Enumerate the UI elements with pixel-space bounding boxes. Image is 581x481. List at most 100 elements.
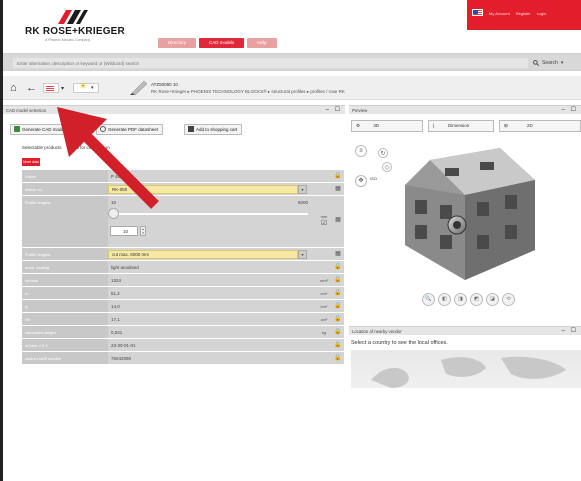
param-unit bbox=[316, 248, 332, 260]
table-icon[interactable]: ▦ bbox=[332, 183, 344, 195]
param-unit: mm² bbox=[316, 274, 332, 286]
lock-icon: 🔒 bbox=[332, 352, 344, 364]
minimize-maximize-icon[interactable]: – ☐ bbox=[562, 106, 578, 115]
back-arrow-icon[interactable]: ← bbox=[26, 82, 37, 94]
param-unit bbox=[316, 183, 332, 195]
panel-title: CAD model selection bbox=[6, 108, 47, 113]
logo-text[interactable]: RK ROSE+KRIEGER bbox=[25, 26, 125, 37]
search-icon bbox=[533, 60, 539, 66]
lock-icon: 🔒 bbox=[332, 313, 344, 325]
param-label: Ix bbox=[22, 287, 108, 299]
login-link[interactable]: Login bbox=[537, 11, 547, 16]
table-row: calculated weight 0,041 kg 🔒 bbox=[22, 326, 344, 339]
language-select[interactable] bbox=[43, 83, 59, 93]
register-link[interactable]: Register bbox=[516, 11, 531, 16]
pencil-icon[interactable] bbox=[130, 80, 148, 95]
view-reset-icon[interactable]: ⟲ bbox=[502, 293, 515, 306]
search-label: Search bbox=[542, 60, 558, 66]
lock-icon: 🔒 bbox=[332, 170, 344, 182]
chevron-down-icon[interactable]: ▾ bbox=[298, 250, 307, 259]
world-map[interactable] bbox=[351, 350, 581, 388]
view-dimension-label: Dimension bbox=[448, 123, 470, 128]
param-unit bbox=[316, 170, 332, 182]
table-row: anod. coating light anodised 🔒 bbox=[22, 261, 344, 274]
param-label: Profile lengths bbox=[22, 248, 108, 260]
tab-cad-models[interactable]: CAD models bbox=[199, 38, 245, 48]
search-input[interactable] bbox=[13, 58, 528, 68]
view-front-icon[interactable]: ◧ bbox=[438, 293, 451, 306]
location-text: Select a country to see the local office… bbox=[351, 340, 448, 346]
search-bar: Search ▾ bbox=[3, 53, 581, 71]
table-row: Wt 17,1 cm³ 🔒 bbox=[22, 313, 344, 326]
drawing-icon: ⊞ bbox=[504, 123, 508, 128]
stepper-icon[interactable]: ▴ ▾ bbox=[140, 226, 146, 236]
checkbox-icon[interactable]: ☑ bbox=[321, 220, 327, 227]
view-2d-label: 2D bbox=[527, 123, 533, 128]
profile-3d-model[interactable] bbox=[385, 140, 545, 290]
part-title: ATZ50090 10 bbox=[151, 82, 178, 87]
lock-icon: 🔒 bbox=[332, 287, 344, 299]
param-label: custom tariff number bbox=[22, 352, 108, 364]
location-panel-header: Location of nearby vendor – ☐ bbox=[349, 326, 581, 335]
view-3d-label: 3D bbox=[373, 123, 380, 128]
breadcrumb[interactable]: RK Rose+Krieger ▸ PHOENIX TECHNOLOGY BLO… bbox=[151, 89, 345, 95]
param-unit bbox=[316, 261, 332, 273]
table-row: eClass V 5.0 23-30-01-01 🔒 bbox=[22, 339, 344, 352]
param-value: 76042990 bbox=[108, 352, 316, 364]
minimize-maximize-icon[interactable]: – ☐ bbox=[326, 106, 342, 115]
param-label: surface bbox=[22, 274, 108, 286]
home-icon[interactable]: ⌂ bbox=[10, 82, 17, 94]
minimize-maximize-icon[interactable]: – ☐ bbox=[562, 327, 578, 336]
lock-icon: 🔒 bbox=[332, 326, 344, 338]
zoom-icon[interactable]: 🔍 bbox=[422, 293, 435, 306]
lock-icon: 🔒 bbox=[332, 339, 344, 351]
table-icon[interactable]: ▦ bbox=[332, 196, 344, 247]
param-unit: kg bbox=[316, 326, 332, 338]
profile-length-select[interactable]: cut max. 6000 mm bbox=[108, 250, 298, 259]
param-value: 14,0 bbox=[108, 300, 316, 312]
pan-icon[interactable]: ✥ bbox=[355, 175, 367, 187]
param-label: anod. coating bbox=[22, 261, 108, 273]
toolbar: ⌂ ← ▾ ☀ ▾ ATZ50090 10 RK Rose+Krieger ▸ … bbox=[3, 76, 581, 100]
param-value: 51,2 bbox=[108, 287, 316, 299]
chevron-down-icon: ▾ bbox=[560, 60, 564, 66]
tab-directory[interactable]: Directory bbox=[158, 38, 197, 48]
my-account-link[interactable]: My Account bbox=[489, 11, 510, 16]
view-side-icon[interactable]: ◨ bbox=[454, 293, 467, 306]
param-label: calculated weight bbox=[22, 326, 108, 338]
view-iso-icon[interactable]: ◪ bbox=[486, 293, 499, 306]
add-to-cart-button[interactable]: Add to shopping cart bbox=[184, 124, 243, 135]
view-dimension-button[interactable]: ⌊ Dimension bbox=[428, 120, 494, 132]
table-row: Profile lengths cut max. 6000 mm ▾ ▦ bbox=[22, 248, 344, 261]
lock-icon: 🔒 bbox=[332, 300, 344, 312]
red-arrow-annotation-icon bbox=[57, 107, 159, 209]
cart-icon bbox=[188, 126, 194, 132]
preview-panel-header: Preview – ☐ bbox=[349, 105, 581, 114]
search-button[interactable]: Search ▾ bbox=[533, 58, 563, 68]
length-input[interactable]: 10 bbox=[110, 226, 138, 236]
param-label: Iy bbox=[22, 300, 108, 312]
chevron-down-icon: ▾ bbox=[91, 85, 94, 91]
table-row: Ix 51,2 cm⁴ 🔒 bbox=[22, 287, 344, 300]
panel-title: Location of nearby vendor bbox=[352, 329, 402, 334]
table-row: surface 1324 mm² 🔒 bbox=[22, 274, 344, 287]
chevron-down-icon[interactable]: ▾ bbox=[298, 185, 307, 194]
param-unit: cm³ bbox=[316, 313, 332, 325]
view-top-icon[interactable]: ◩ bbox=[470, 293, 483, 306]
iso-icon[interactable]: ISO bbox=[370, 176, 377, 181]
tab-help[interactable]: Help bbox=[247, 38, 277, 48]
main-nav: Directory CAD models Help bbox=[158, 38, 277, 48]
param-value: light anodised bbox=[108, 261, 316, 273]
more-data-button[interactable]: More data bbox=[22, 158, 40, 166]
lock-icon: 🔒 bbox=[332, 261, 344, 273]
param-label: eClass V 5.0 bbox=[22, 339, 108, 351]
unit-select[interactable]: ☀ ▾ bbox=[73, 81, 99, 93]
view-2d-button[interactable]: ⊞ 2D bbox=[499, 120, 581, 132]
us-flag-icon bbox=[46, 86, 54, 91]
menu-icon[interactable]: ≡ bbox=[355, 145, 367, 157]
param-unit: mm ☑ bbox=[316, 196, 332, 247]
chevron-down-icon[interactable]: ▾ bbox=[61, 85, 64, 92]
view-3d-button[interactable]: ⚙ 3D bbox=[351, 120, 423, 132]
us-flag-icon[interactable] bbox=[472, 9, 483, 16]
table-icon[interactable]: ▦ bbox=[332, 248, 344, 260]
